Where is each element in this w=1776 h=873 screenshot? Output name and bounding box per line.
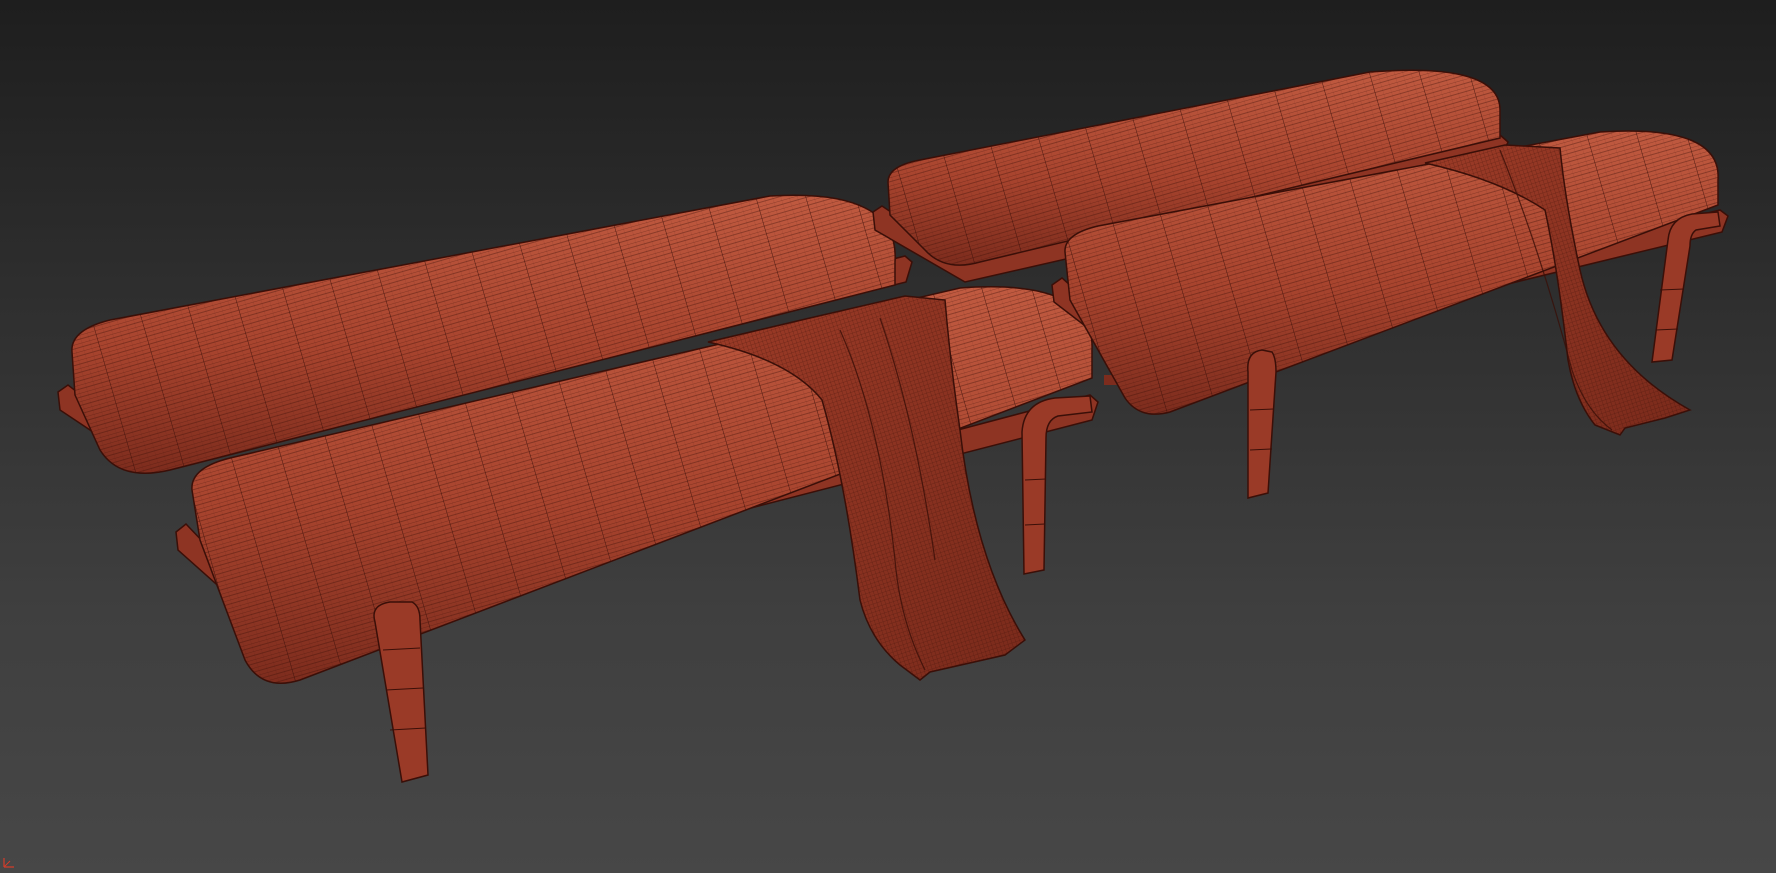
- viewport-perspective[interactable]: [0, 0, 1776, 873]
- bench-leg-front: [373, 601, 429, 783]
- scene-canvas[interactable]: [0, 0, 1776, 873]
- bench-leg-front: [1247, 349, 1277, 499]
- axis-tripod-icon: [3, 858, 14, 868]
